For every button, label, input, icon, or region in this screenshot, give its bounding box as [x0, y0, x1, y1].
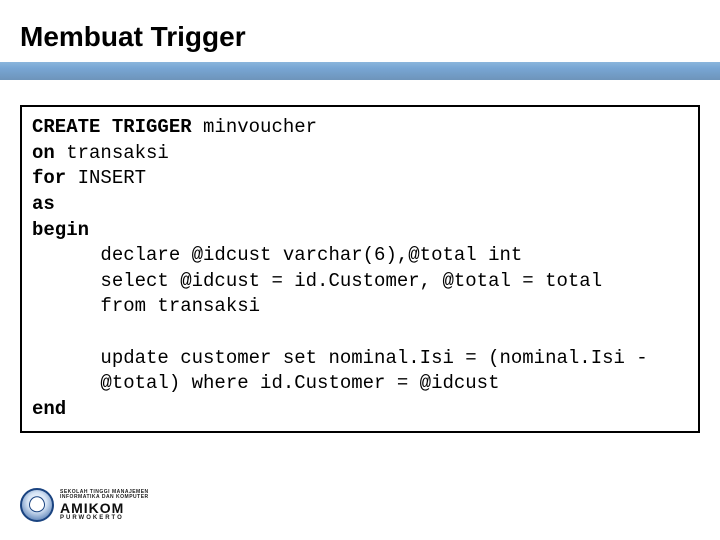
- code-text: select @idcust = id.Customer, @total = t…: [32, 270, 602, 292]
- code-text: @total) where id.Customer = @idcust: [32, 372, 499, 394]
- code-text: declare @idcust varchar(6),@total int: [32, 244, 522, 266]
- footer-logo: SEKOLAH TINGGI MANAJEMEN INFORMATIKA DAN…: [20, 488, 149, 522]
- code-text: transaksi: [55, 142, 169, 164]
- code-text: update customer set nominal.Isi = (nomin…: [32, 347, 648, 369]
- code-keyword: begin: [32, 219, 89, 241]
- code-text: minvoucher: [192, 116, 317, 138]
- code-text: INSERT: [66, 167, 146, 189]
- code-content: CREATE TRIGGER minvoucher on transaksi f…: [32, 115, 688, 423]
- code-keyword: on: [32, 142, 55, 164]
- code-keyword: end: [32, 398, 66, 420]
- footer-sub: PURWOKERTO: [60, 515, 149, 521]
- code-keyword: as: [32, 193, 55, 215]
- footer-line2: INFORMATIKA DAN KOMPUTER: [60, 495, 149, 500]
- footer-logo-text: SEKOLAH TINGGI MANAJEMEN INFORMATIKA DAN…: [60, 490, 149, 521]
- code-keyword: CREATE TRIGGER: [32, 116, 192, 138]
- slide-title: Membuat Trigger: [20, 21, 246, 53]
- code-text: from transaksi: [32, 295, 260, 317]
- amikom-seal-icon: [20, 488, 54, 522]
- title-bar: Membuat Trigger: [0, 12, 720, 62]
- footer-main: AMIKOM: [60, 501, 149, 515]
- code-block: CREATE TRIGGER minvoucher on transaksi f…: [20, 105, 700, 433]
- code-keyword: for: [32, 167, 66, 189]
